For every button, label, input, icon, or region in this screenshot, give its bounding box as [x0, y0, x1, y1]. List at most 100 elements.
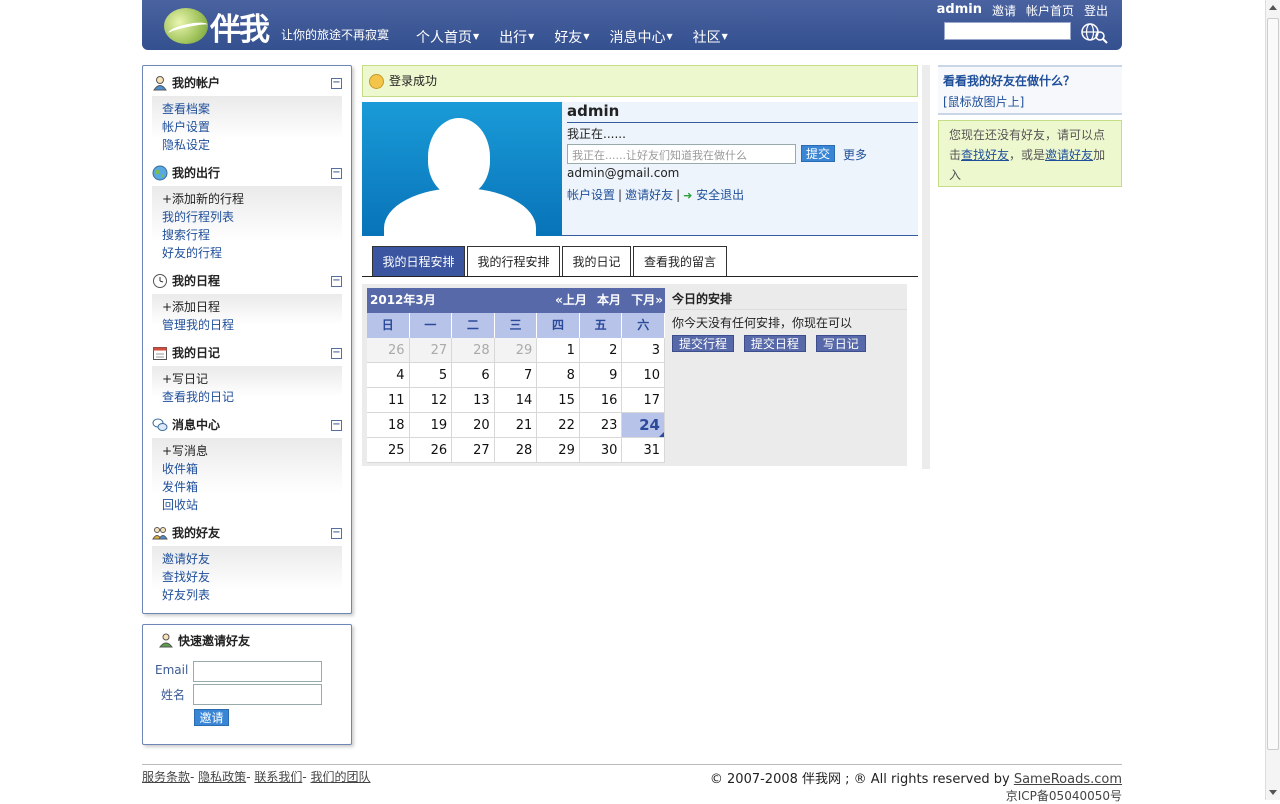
calendar-day[interactable]: 25 [367, 438, 410, 463]
calendar-day[interactable]: 15 [537, 388, 580, 413]
calendar-day[interactable]: 26 [367, 338, 410, 363]
collapse-button[interactable]: − [331, 420, 342, 431]
next-month-link[interactable]: 下月» [631, 293, 663, 307]
sidebar-item-add-trip[interactable]: +添加新的行程 [162, 190, 342, 208]
calendar-day[interactable]: 4 [367, 363, 410, 388]
company-link[interactable]: SameRoads.com [1014, 772, 1122, 787]
logout-link[interactable]: 登出 [1084, 2, 1108, 19]
scroll-up-arrow-icon[interactable] [1269, 5, 1277, 10]
calendar-day[interactable]: 30 [579, 438, 623, 463]
scroll-down-arrow-icon[interactable] [1269, 790, 1277, 795]
sidebar-item-privacy[interactable]: 隐私设定 [162, 136, 342, 154]
privacy-link[interactable]: 隐私政策 [198, 770, 246, 784]
scroll-thumb[interactable] [1267, 18, 1279, 750]
calendar-day[interactable]: 5 [409, 363, 453, 388]
site-logo[interactable]: 伴我 [164, 4, 274, 48]
search-input[interactable] [944, 22, 1071, 40]
collapse-button[interactable]: − [331, 348, 342, 359]
nav-travel[interactable]: 出行▼ [499, 27, 534, 47]
collapse-button[interactable]: − [331, 528, 342, 539]
calendar-day[interactable]: 29 [494, 338, 538, 363]
tab-my-diary[interactable]: 我的日记 [562, 246, 631, 276]
sidebar-item-invite-friends[interactable]: 邀请好友 [162, 550, 342, 568]
sidebar-item-search-trip[interactable]: 搜索行程 [162, 226, 342, 244]
status-input[interactable]: 我正在......让好友们知道我在做什么 [567, 144, 796, 164]
invite-friends-link[interactable]: 邀请好友 [1045, 148, 1093, 162]
current-month-link[interactable]: 本月 [597, 293, 621, 307]
vertical-scrollbar[interactable] [1265, 0, 1280, 800]
calendar-day[interactable]: 17 [622, 388, 665, 413]
nav-community[interactable]: 社区▼ [693, 27, 728, 47]
tab-my-messages[interactable]: 查看我的留言 [633, 246, 727, 276]
calendar-day[interactable]: 8 [537, 363, 580, 388]
sidebar-item-friends-trips[interactable]: 好友的行程 [162, 244, 342, 262]
calendar-day[interactable]: 21 [494, 413, 538, 438]
invite-link[interactable]: 邀请 [992, 2, 1016, 19]
sidebar-item-add-schedule[interactable]: +添加日程 [162, 298, 342, 316]
invite-button[interactable]: 邀请 [194, 709, 229, 726]
find-friends-link[interactable]: 查找好友 [961, 148, 1009, 162]
calendar-day-today[interactable]: 24 [622, 413, 665, 438]
nav-personal-home[interactable]: 个人首页▼ [416, 27, 479, 47]
nav-messages[interactable]: 消息中心▼ [609, 27, 672, 47]
calendar-day[interactable]: 18 [367, 413, 410, 438]
search-globe-icon[interactable] [1079, 22, 1109, 44]
sidebar-item-find-friends[interactable]: 查找好友 [162, 568, 342, 586]
safe-logout-link[interactable]: 安全退出 [696, 188, 744, 202]
tab-my-schedule[interactable]: 我的日程安排 [372, 246, 465, 276]
calendar-day[interactable]: 31 [622, 438, 665, 463]
sidebar-item-friend-list[interactable]: 好友列表 [162, 586, 342, 604]
sidebar-item-trash[interactable]: 回收站 [162, 496, 342, 514]
submit-schedule-button[interactable]: 提交日程 [743, 335, 806, 352]
sidebar-item-trip-list[interactable]: 我的行程列表 [162, 208, 342, 226]
calendar-day[interactable]: 23 [579, 413, 623, 438]
sidebar-item-write-diary[interactable]: +写日记 [162, 370, 342, 388]
account-settings-link[interactable]: 帐户设置 [567, 188, 615, 202]
calendar-day[interactable]: 6 [452, 363, 495, 388]
calendar-day[interactable]: 16 [579, 388, 623, 413]
more-link[interactable]: 更多 [843, 146, 867, 163]
sidebar-item-account-settings[interactable]: 帐户设置 [162, 118, 342, 136]
contact-link[interactable]: 联系我们 [254, 770, 302, 784]
calendar-day[interactable]: 22 [537, 413, 580, 438]
status-submit-button[interactable]: 提交 [801, 145, 835, 162]
calendar-day[interactable]: 3 [622, 338, 665, 363]
tab-my-trips[interactable]: 我的行程安排 [467, 246, 560, 276]
invite-email-field[interactable] [193, 661, 322, 682]
avatar[interactable] [362, 102, 562, 236]
calendar-day[interactable]: 29 [537, 438, 580, 463]
invite-friends-link[interactable]: 邀请好友 [625, 188, 673, 202]
sidebar-item-manage-schedule[interactable]: 管理我的日程 [162, 316, 342, 334]
calendar-day[interactable]: 19 [409, 413, 453, 438]
calendar-day[interactable]: 27 [409, 338, 453, 363]
calendar-day[interactable]: 1 [537, 338, 580, 363]
calendar-day[interactable]: 13 [452, 388, 495, 413]
write-diary-button[interactable]: 写日记 [815, 335, 866, 352]
calendar-day[interactable]: 9 [579, 363, 623, 388]
collapse-button[interactable]: − [331, 276, 342, 287]
terms-link[interactable]: 服务条款 [142, 770, 190, 784]
collapse-button[interactable]: − [331, 168, 342, 179]
username-link[interactable]: admin [937, 2, 982, 19]
calendar-day[interactable]: 11 [367, 388, 410, 413]
invite-name-field[interactable] [193, 684, 322, 705]
nav-friends[interactable]: 好友▼ [554, 27, 589, 47]
sidebar-item-view-diary[interactable]: 查看我的日记 [162, 388, 342, 406]
calendar-day[interactable]: 14 [494, 388, 538, 413]
calendar-day[interactable]: 28 [452, 338, 495, 363]
calendar-day[interactable]: 12 [409, 388, 453, 413]
calendar-day[interactable]: 28 [494, 438, 538, 463]
calendar-day[interactable]: 27 [452, 438, 495, 463]
prev-month-link[interactable]: «上月 [555, 293, 587, 307]
sidebar-item-write-message[interactable]: +写消息 [162, 442, 342, 460]
collapse-button[interactable]: − [331, 78, 342, 89]
sidebar-item-view-profile[interactable]: 查看档案 [162, 100, 342, 118]
calendar-day[interactable]: 2 [579, 338, 623, 363]
account-home-link[interactable]: 帐户首页 [1026, 2, 1074, 19]
sidebar-item-outbox[interactable]: 发件箱 [162, 478, 342, 496]
team-link[interactable]: 我们的团队 [311, 770, 371, 784]
calendar-day[interactable]: 26 [409, 438, 453, 463]
calendar-day[interactable]: 20 [452, 413, 495, 438]
calendar-day[interactable]: 10 [622, 363, 665, 388]
sidebar-item-inbox[interactable]: 收件箱 [162, 460, 342, 478]
